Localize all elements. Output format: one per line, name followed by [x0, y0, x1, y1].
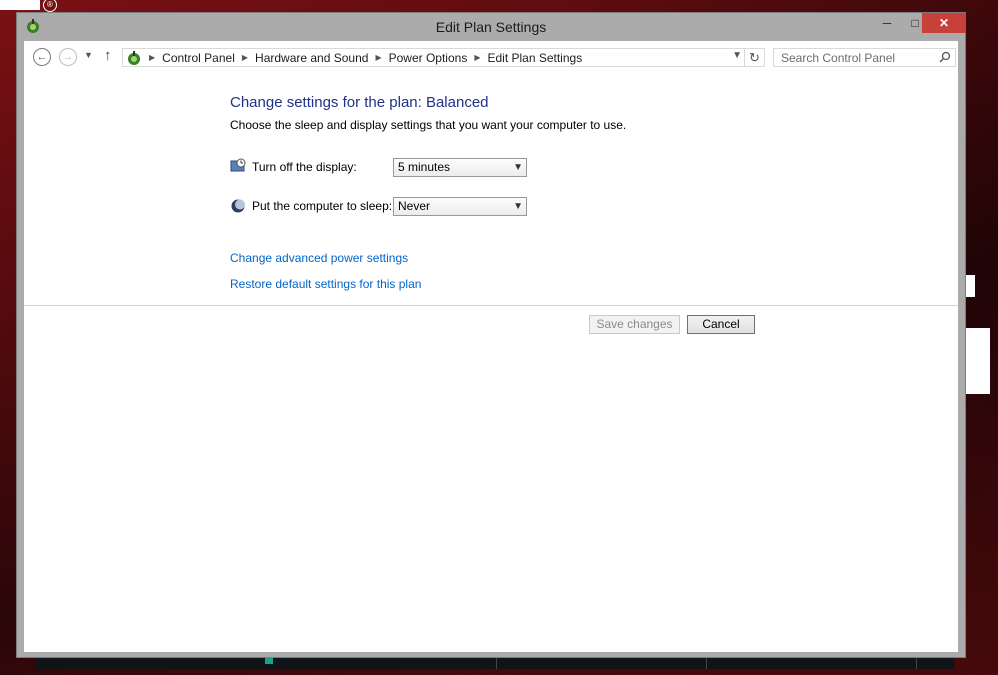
- save-changes-button[interactable]: Save changes: [589, 315, 680, 334]
- breadcrumb-separator-icon: ▶: [149, 53, 156, 62]
- minimize-button[interactable]: ─: [873, 13, 901, 33]
- breadcrumb-separator-icon[interactable]: ▶: [242, 53, 248, 62]
- search-input[interactable]: [774, 49, 941, 66]
- advanced-power-settings-link[interactable]: Change advanced power settings: [230, 251, 408, 265]
- search-box[interactable]: [773, 48, 956, 67]
- sleep-timeout-value: Never: [398, 199, 431, 213]
- refresh-icon[interactable]: ↻: [745, 48, 765, 67]
- sleep-timeout-label: Put the computer to sleep:: [252, 199, 393, 213]
- cancel-button[interactable]: Cancel: [687, 315, 755, 334]
- breadcrumb-hardware-and-sound[interactable]: Hardware and Sound: [255, 51, 368, 65]
- forward-arrow-icon[interactable]: →: [59, 48, 77, 66]
- chevron-down-icon: ▼: [513, 201, 523, 212]
- divider: [24, 305, 958, 306]
- breadcrumb-power-options[interactable]: Power Options: [389, 51, 468, 65]
- sleep-timeout-select[interactable]: Never ▼: [393, 197, 527, 216]
- up-arrow-icon[interactable]: ↑: [104, 47, 112, 64]
- window-title: Edit Plan Settings: [435, 19, 547, 35]
- client-area: ← → ▼ ↑ ▶ Control Panel ▶ Hardware and S…: [24, 41, 958, 652]
- edit-plan-settings-window: Edit Plan Settings ─ □ ✕ ← → ▼ ↑ ▶ Contr…: [16, 12, 966, 658]
- back-arrow-icon[interactable]: ←: [33, 48, 51, 66]
- close-button[interactable]: ✕: [922, 13, 966, 33]
- breadcrumb-separator-icon[interactable]: ▶: [474, 53, 480, 62]
- desktop-logo-fragment: [0, 0, 40, 10]
- page-description: Choose the sleep and display settings th…: [230, 118, 627, 132]
- desktop-graphic-fragment: [965, 275, 975, 297]
- breadcrumb-control-panel[interactable]: Control Panel: [162, 51, 235, 65]
- address-history-chevron-down-icon[interactable]: ▼: [732, 50, 742, 61]
- display-timeout-label: Turn off the display:: [252, 160, 357, 174]
- breadcrumb-edit-plan-settings[interactable]: Edit Plan Settings: [487, 51, 582, 65]
- page-title: Change settings for the plan: Balanced: [230, 94, 489, 111]
- restore-defaults-link[interactable]: Restore default settings for this plan: [230, 277, 421, 291]
- breadcrumb-separator-icon[interactable]: ▶: [375, 53, 381, 62]
- navigation-bar: ← → ▼ ↑ ▶ Control Panel ▶ Hardware and S…: [24, 41, 958, 75]
- search-icon[interactable]: [939, 51, 951, 63]
- display-timeout-value: 5 minutes: [398, 160, 451, 174]
- address-bar[interactable]: ▶ Control Panel ▶ Hardware and Sound ▶ P…: [122, 48, 745, 67]
- display-monitor-icon: [230, 158, 246, 172]
- display-timeout-select[interactable]: 5 minutes ▼: [393, 158, 527, 177]
- sleep-moon-icon: [231, 199, 245, 213]
- control-panel-icon: [128, 50, 140, 65]
- desktop-graphic-block: [965, 328, 990, 394]
- chevron-down-icon: ▼: [513, 162, 523, 173]
- recent-locations-chevron-down-icon[interactable]: ▼: [84, 50, 93, 60]
- title-bar[interactable]: Edit Plan Settings ─ □ ✕: [17, 13, 966, 41]
